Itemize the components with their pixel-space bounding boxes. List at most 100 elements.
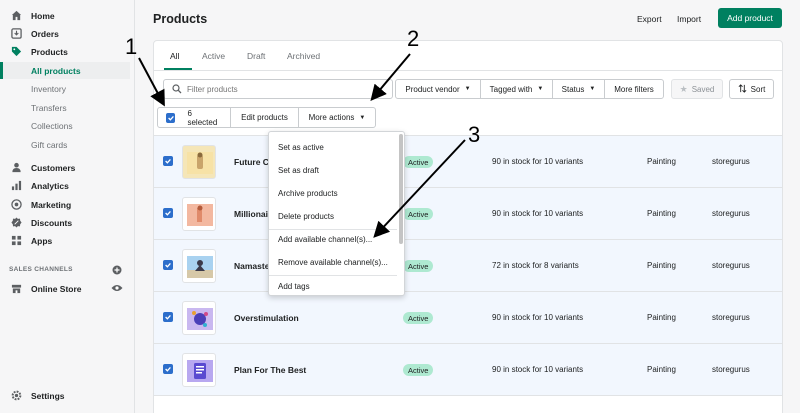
product-title[interactable]: Plan For The Best — [234, 365, 306, 375]
menu-item-delete[interactable]: Delete products — [278, 212, 334, 221]
add-channel-icon[interactable] — [112, 265, 122, 277]
sidebar-item-label: Customers — [31, 162, 76, 173]
inventory-text: 90 in stock for 10 variants — [492, 209, 584, 218]
inventory-text: 72 in stock for 8 variants — [492, 261, 579, 270]
status-badge: Active — [403, 156, 434, 168]
sidebar-item-home[interactable]: Home — [0, 7, 134, 24]
more-actions-menu: Set as active Set as draft Archive produ… — [268, 131, 405, 296]
star-icon: ★ — [679, 83, 688, 94]
filter-label: Product vendor — [405, 84, 460, 94]
product-title[interactable]: Overstimulation — [234, 313, 299, 323]
checkbox-checked[interactable] — [166, 112, 176, 123]
menu-item-archive[interactable]: Archive products — [278, 189, 338, 198]
inventory-text: 90 in stock for 10 variants — [492, 365, 584, 374]
product-title[interactable]: Millionair — [234, 209, 271, 219]
sort-button[interactable]: Sort — [729, 79, 774, 99]
import-button[interactable]: Import — [677, 14, 701, 24]
tab-archived[interactable]: Archived — [287, 51, 320, 61]
sidebar-item-settings[interactable]: Settings — [0, 387, 134, 404]
sidebar-item-marketing[interactable]: Marketing — [0, 196, 134, 213]
tab-draft[interactable]: Draft — [247, 51, 265, 61]
sidebar-item-apps[interactable]: Apps — [0, 232, 134, 249]
table-row[interactable]: Millionair Active 90 in stock for 10 var… — [154, 188, 782, 240]
row-checkbox[interactable] — [163, 208, 173, 218]
sidebar-item-orders[interactable]: Orders — [0, 25, 134, 42]
caret-down-icon: ▼ — [589, 86, 596, 92]
annotation-number: 3 — [468, 122, 481, 147]
sidebar-item-label: Marketing — [31, 199, 72, 210]
bar-chart-icon — [11, 180, 22, 191]
eye-icon[interactable] — [111, 283, 123, 295]
sidebar-item-label: Analytics — [31, 180, 69, 191]
sidebar-item-inventory[interactable]: Inventory — [0, 80, 134, 97]
product-thumbnail — [182, 249, 216, 283]
product-vendor: storegurus — [712, 157, 750, 166]
sidebar-item-customers[interactable]: Customers — [0, 159, 134, 176]
row-checkbox[interactable] — [163, 260, 173, 270]
menu-item-remove-channels[interactable]: Remove available channel(s)... — [278, 258, 388, 267]
product-thumbnail — [182, 145, 216, 179]
sidebar-item-analytics[interactable]: Analytics — [0, 177, 134, 194]
saved-label: Saved — [691, 84, 715, 94]
bulk-actions-bar: 6 selected Edit products More actions ▼ — [157, 107, 376, 128]
add-product-button[interactable]: Add product — [718, 8, 782, 28]
row-checkbox[interactable] — [163, 312, 173, 322]
status-badge: Active — [403, 364, 434, 376]
page-title: Products — [153, 12, 208, 26]
sidebar-item-products[interactable]: Products — [0, 43, 134, 60]
tag-icon — [11, 46, 22, 57]
search-input[interactable] — [187, 84, 377, 94]
menu-divider — [269, 229, 397, 230]
menu-divider — [269, 275, 397, 276]
sidebar-item-label: Collections — [31, 120, 73, 131]
product-type: Painting — [647, 365, 676, 374]
menu-item-set-active[interactable]: Set as active — [278, 143, 324, 152]
product-thumbnail — [182, 197, 216, 231]
table-row[interactable]: Namaste Active 72 in stock for 8 variant… — [154, 240, 782, 292]
sidebar-item-discounts[interactable]: Discounts — [0, 214, 134, 231]
row-checkbox[interactable] — [163, 156, 173, 166]
menu-item-set-draft[interactable]: Set as draft — [278, 166, 319, 175]
target-icon — [11, 199, 22, 210]
sidebar-item-transfers[interactable]: Transfers — [0, 99, 134, 116]
sidebar-item-gift-cards[interactable]: Gift cards — [0, 136, 134, 153]
product-thumbnail — [182, 301, 216, 335]
select-all-toggle[interactable]: 6 selected — [157, 107, 231, 128]
sidebar-item-label: All products — [31, 65, 81, 76]
search-box[interactable] — [163, 79, 393, 99]
store-icon — [11, 283, 22, 294]
product-vendor: storegurus — [712, 261, 750, 270]
more-filters-button[interactable]: More filters — [604, 79, 664, 99]
status-badge: Active — [403, 260, 434, 272]
product-title[interactable]: Namaste — [234, 261, 269, 271]
filter-product-vendor[interactable]: Product vendor ▼ — [395, 79, 481, 99]
status-badge: Active — [403, 208, 434, 220]
filter-status[interactable]: Status ▼ — [552, 79, 605, 99]
product-thumbnail — [182, 353, 216, 387]
table-row[interactable]: Overstimulation Active 90 in stock for 1… — [154, 292, 782, 344]
saved-button[interactable]: ★ Saved — [671, 79, 723, 99]
filter-tagged-with[interactable]: Tagged with ▼ — [480, 79, 553, 99]
edit-products-button[interactable]: Edit products — [230, 107, 299, 128]
menu-scrollbar[interactable] — [399, 134, 403, 244]
menu-item-add-tags[interactable]: Add tags — [278, 282, 310, 291]
sales-channels-heading: SALES CHANNELS — [9, 266, 73, 273]
search-icon — [172, 84, 182, 94]
sidebar-item-all-products[interactable]: All products — [0, 62, 130, 79]
divider — [154, 70, 782, 71]
product-type: Painting — [647, 157, 676, 166]
sidebar-item-label: Apps — [31, 235, 53, 246]
sidebar-item-label: Settings — [31, 390, 65, 401]
apps-icon — [11, 235, 22, 246]
tab-all[interactable]: All — [170, 51, 179, 61]
more-actions-button[interactable]: More actions ▼ — [298, 107, 376, 128]
filter-label: Status — [561, 84, 585, 94]
export-button[interactable]: Export — [637, 14, 662, 24]
menu-item-add-channels[interactable]: Add available channel(s)... — [278, 235, 372, 244]
sidebar-item-label: Orders — [31, 28, 59, 39]
tab-active[interactable]: Active — [202, 51, 225, 61]
inventory-text: 90 in stock for 10 variants — [492, 313, 584, 322]
sidebar-item-collections[interactable]: Collections — [0, 117, 134, 134]
row-checkbox[interactable] — [163, 364, 173, 374]
table-row[interactable]: Plan For The Best Active 90 in stock for… — [154, 344, 782, 396]
